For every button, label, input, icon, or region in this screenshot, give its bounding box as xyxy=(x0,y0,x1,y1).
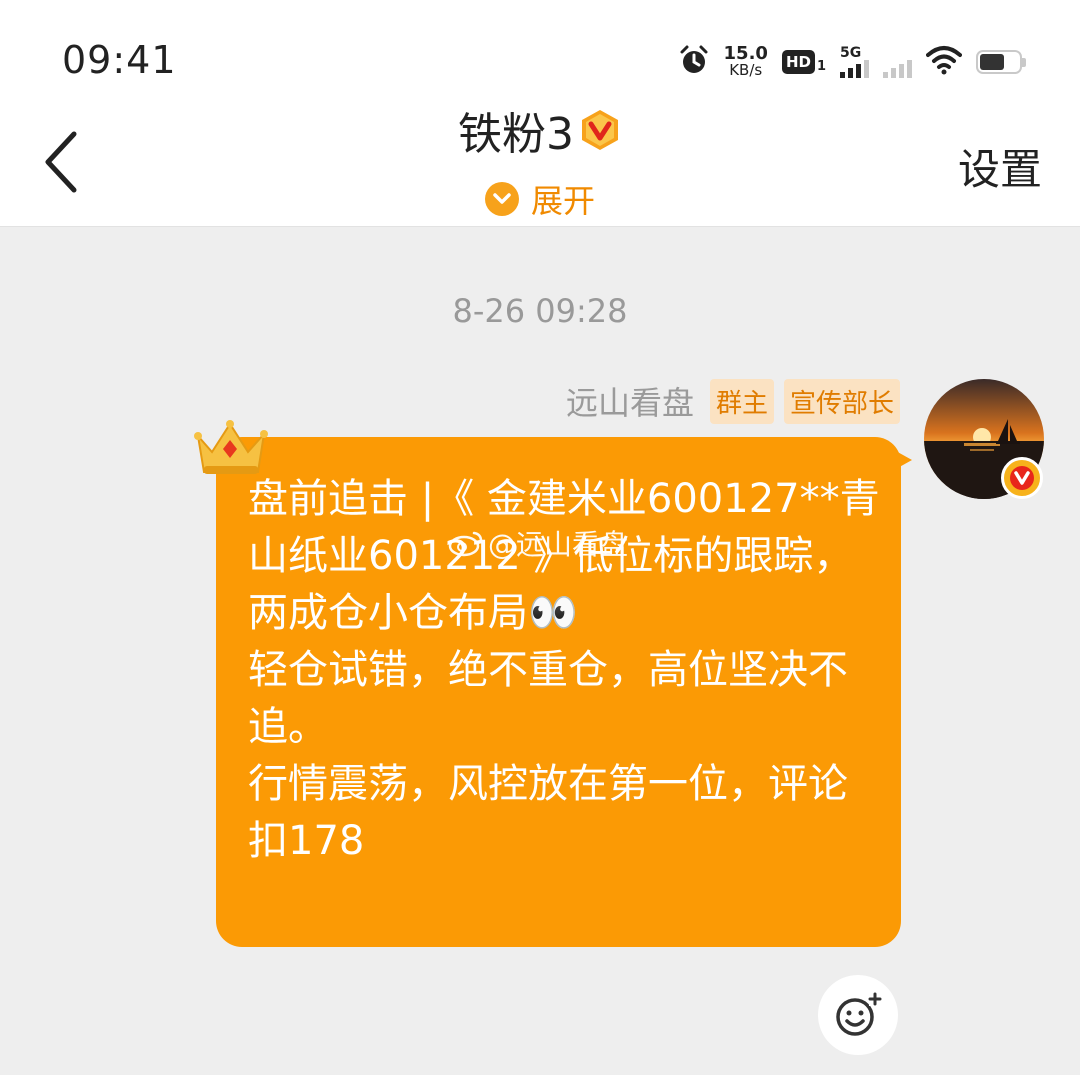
top-bar: 09:41 15.0 KB/s HD 1 5G 铁粉3 展开 设置 xyxy=(0,0,1080,227)
battery-icon xyxy=(976,50,1026,74)
sender-name[interactable]: 远山看盘 xyxy=(566,378,694,424)
verified-badge-icon xyxy=(1001,457,1043,499)
bubble-tail xyxy=(894,450,912,470)
weibo-logo-icon xyxy=(448,531,483,557)
expand-button[interactable]: 展开 xyxy=(0,176,1080,222)
status-time: 09:41 xyxy=(62,38,177,82)
net-speed: 15.0 KB/s xyxy=(724,45,768,79)
net-speed-value: 15.0 xyxy=(723,43,768,64)
watermark: @远山看盘 xyxy=(448,523,628,563)
network-label: 5G xyxy=(840,45,862,61)
sender-row: 远山看盘 群主 宣传部长 xyxy=(566,378,900,424)
smile-plus-icon xyxy=(836,992,883,1036)
net-speed-unit: KB/s xyxy=(729,61,763,79)
message-bubble[interactable]: 盘前追击 |《 金建米业600127**青山纸业601212 》低位标的跟踪，两… xyxy=(216,437,901,947)
tag-publicity-head: 宣传部长 xyxy=(783,378,900,424)
verified-v-badge-icon xyxy=(582,110,618,150)
status-icons: 15.0 KB/s HD 1 5G xyxy=(678,40,1026,84)
hd-label: HD xyxy=(781,50,815,74)
page-title-text: 铁粉3 xyxy=(458,109,574,160)
signal-5g-icon: 5G xyxy=(840,46,869,78)
signal-icon xyxy=(883,60,912,78)
wifi-icon xyxy=(926,45,962,79)
chevron-down-icon xyxy=(484,182,519,216)
alarm-icon xyxy=(678,44,710,80)
crown-icon xyxy=(190,418,272,480)
hd-icon: HD 1 xyxy=(781,50,826,74)
page-title[interactable]: 铁粉3 xyxy=(458,98,622,162)
expand-label: 展开 xyxy=(530,182,595,220)
add-reaction-button[interactable] xyxy=(818,975,898,1055)
watermark-text: @远山看盘 xyxy=(488,528,629,561)
hd-sub: 1 xyxy=(816,59,826,74)
message-timestamp: 8-26 09:28 xyxy=(452,292,628,330)
settings-button[interactable]: 设置 xyxy=(958,136,1042,197)
tag-group-owner: 群主 xyxy=(709,378,774,424)
